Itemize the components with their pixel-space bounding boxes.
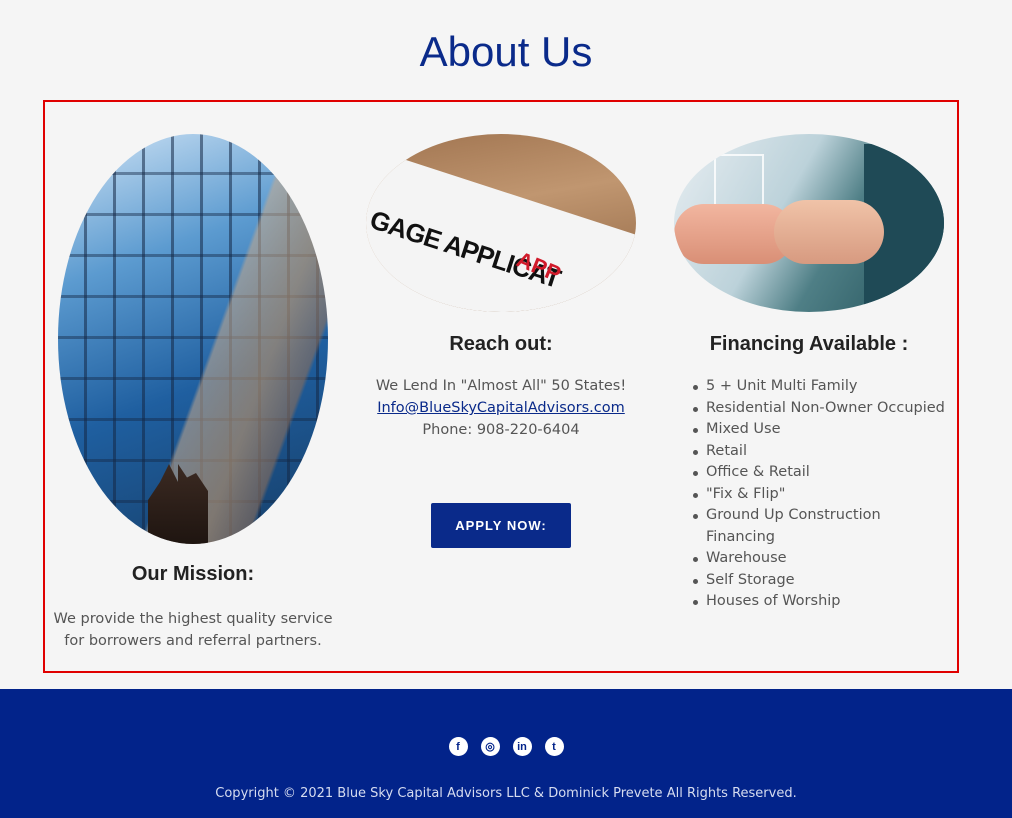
reach-out-heading: Reach out: <box>449 333 553 355</box>
skyscraper-image <box>58 134 328 544</box>
list-item: "Fix & Flip" <box>693 484 946 506</box>
list-item: Residential Non-Owner Occupied <box>693 398 946 420</box>
site-footer: f ◎ in t Copyright © 2021 Blue Sky Capit… <box>0 689 1012 818</box>
phone-text: Phone: 908-220-6404 <box>422 422 580 438</box>
twitter-icon[interactable]: t <box>544 737 564 756</box>
list-item: Houses of Worship <box>693 591 946 613</box>
page-title: About Us <box>419 28 593 75</box>
hand-right <box>774 200 884 264</box>
list-item: 5 + Unit Multi Family <box>693 376 946 398</box>
list-item: Office & Retail <box>693 462 946 484</box>
copyright-text: Copyright © 2021 Blue Sky Capital Adviso… <box>215 786 797 801</box>
list-item: Warehouse <box>693 548 946 570</box>
mission-heading: Our Mission: <box>131 563 255 585</box>
apply-now-button[interactable]: APPLY NOW: <box>431 503 571 548</box>
social-links: f ◎ in t <box>0 737 1012 756</box>
list-item: Ground Up Construction Financing <box>693 505 946 548</box>
lending-states-text: We Lend In "Almost All" 50 States! <box>375 378 627 394</box>
handshake-image <box>674 134 944 312</box>
email-link[interactable]: Info@BlueSkyCapitalAdvisors.com <box>377 400 625 416</box>
linkedin-icon[interactable]: in <box>512 737 532 756</box>
facebook-icon[interactable]: f <box>448 737 468 756</box>
instagram-icon[interactable]: ◎ <box>480 737 500 756</box>
financing-heading: Financing Available : <box>709 333 909 355</box>
financing-list: 5 + Unit Multi Family Residential Non-Ow… <box>693 376 946 613</box>
list-item: Self Storage <box>693 570 946 592</box>
mission-text: We provide the highest quality service f… <box>53 611 333 649</box>
list-item: Mixed Use <box>693 419 946 441</box>
list-item: Retail <box>693 441 946 463</box>
mortgage-application-image: GAGE APPLICAT APP <box>366 134 636 312</box>
